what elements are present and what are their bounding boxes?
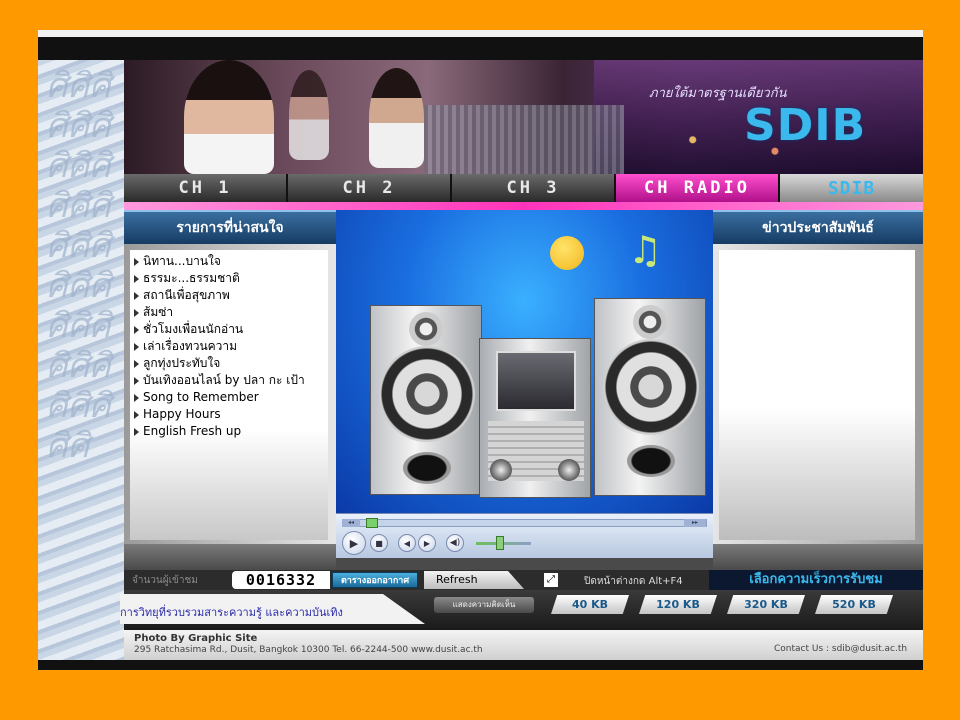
- program-link[interactable]: ส้มซ่า: [130, 304, 328, 321]
- show-comments-button[interactable]: แสดงความคิดเห็น: [434, 597, 534, 613]
- program-link[interactable]: Happy Hours: [130, 406, 328, 423]
- stereo-unit-image: [479, 338, 591, 498]
- tagline: การวิทยุที่รวบรวมสาระความรู้ และความบันเ…: [120, 606, 343, 619]
- bass-port: [403, 452, 451, 484]
- programs-heading: รายการที่น่าสนใจ: [124, 210, 336, 244]
- close-window-hint: ปิดหน้าต่างกด Alt+F4: [584, 576, 683, 587]
- nav-ch3[interactable]: CH 3: [452, 174, 616, 202]
- news-box: [719, 250, 915, 540]
- panel-base: [336, 558, 713, 570]
- bass-port: [627, 445, 675, 477]
- program-link[interactable]: สถานีเพื่อสุขภาพ: [130, 287, 328, 304]
- refresh-button[interactable]: Refresh: [424, 571, 524, 589]
- speed-520kb-button[interactable]: 520 KB: [815, 595, 893, 614]
- main-content: รายการที่น่าสนใจ นิทาน...บานใจ ธรรมะ...ธ…: [124, 210, 923, 570]
- panel-base: [124, 544, 336, 570]
- announcer-photo: [184, 60, 274, 174]
- smiley-icon: [550, 236, 584, 270]
- speed-bar: การวิทยุที่รวบรวมสาระความรู้ และความบันเ…: [120, 590, 923, 630]
- stereo-display: [496, 351, 576, 411]
- stereo-knob: [558, 459, 580, 481]
- contact-link[interactable]: Contact Us : sdib@dusit.ac.th: [774, 644, 907, 654]
- radio-player-scene: ♫: [336, 210, 713, 513]
- volume-thumb[interactable]: [496, 536, 504, 550]
- tagline-wedge: [365, 594, 425, 624]
- staff-photo: [369, 68, 424, 168]
- seek-bar[interactable]: [342, 519, 707, 527]
- status-bar: จำนวนผู้เข้าชม 0016332 ตารางออกอากาศ Ref…: [124, 570, 923, 590]
- stereo-knob: [490, 459, 512, 481]
- tweeter: [409, 312, 443, 346]
- play-button[interactable]: ▶: [342, 531, 366, 555]
- address: 295 Ratchasima Rd., Dusit, Bangkok 10300…: [134, 645, 483, 655]
- previous-button[interactable]: ◀: [398, 534, 416, 552]
- program-link[interactable]: ชั่วโมงเพื่อนนักอ่าน: [130, 321, 328, 338]
- tweeter: [633, 305, 667, 339]
- woofer: [379, 346, 475, 442]
- studio-console-photo: [424, 105, 624, 174]
- program-link[interactable]: บันเทิงออนไลน์ by ปลา กะ เป้า: [130, 372, 328, 389]
- side-decoration: ศิศิศิศิศิศิศิศิศิศิศิศิศิศิศิศิศิศิศิศิ…: [38, 60, 124, 660]
- program-link[interactable]: นิทาน...บานใจ: [130, 253, 328, 270]
- stop-button[interactable]: ■: [370, 534, 388, 552]
- volume-icon[interactable]: ◀): [446, 534, 464, 552]
- staff-photo: [289, 70, 329, 160]
- seek-thumb[interactable]: [366, 518, 378, 528]
- next-button[interactable]: ▶: [418, 534, 436, 552]
- photo-credit: Photo By Graphic Site: [134, 633, 258, 644]
- program-link[interactable]: Song to Remember: [130, 389, 328, 406]
- speaker-right-image: [594, 298, 706, 496]
- nav-accent-line: [124, 202, 923, 210]
- sdib-logo: SDIB: [744, 100, 867, 151]
- speed-120kb-button[interactable]: 120 KB: [639, 595, 717, 614]
- programs-panel: นิทาน...บานใจ ธรรมะ...ธรรมชาติ สถานีเพื่…: [124, 244, 336, 544]
- program-link[interactable]: เล่าเรื่องทวนความ: [130, 338, 328, 355]
- rewind-button[interactable]: ◂◂: [342, 519, 360, 527]
- speaker-left-image: [370, 305, 482, 495]
- visitor-counter: 0016332: [232, 571, 330, 589]
- media-player-controls: ◂◂ ▸▸ ▶ ■ ◀ ▶ ◀): [336, 513, 713, 558]
- nav-ch1[interactable]: CH 1: [124, 174, 288, 202]
- nav-sdib[interactable]: SDIB: [780, 174, 923, 202]
- side-pattern: ศิศิศิศิศิศิศิศิศิศิศิศิศิศิศิศิศิศิศิศิ…: [46, 66, 111, 466]
- nav-ch-radio[interactable]: CH RADIO: [616, 174, 780, 202]
- tagline-box: การวิทยุที่รวบรวมสาระความรู้ และความบันเ…: [120, 594, 365, 624]
- channel-nav: CH 1 CH 2 CH 3 CH RADIO SDIB: [124, 174, 923, 202]
- music-note-icon: ♫: [628, 228, 663, 272]
- woofer: [603, 339, 699, 435]
- panel-base: [713, 544, 923, 570]
- schedule-button[interactable]: ตารางออกอากาศ: [332, 572, 418, 588]
- program-list: นิทาน...บานใจ ธรรมะ...ธรรมชาติ สถานีเพื่…: [130, 250, 328, 540]
- page-frame: ศิศิศิศิศิศิศิศิศิศิศิศิศิศิศิศิศิศิศิศิ…: [38, 30, 923, 670]
- program-link[interactable]: ธรรมะ...ธรรมชาติ: [130, 270, 328, 287]
- footer: Photo By Graphic Site 295 Ratchasima Rd.…: [124, 630, 923, 660]
- visitor-label: จำนวนผู้เข้าชม: [132, 575, 198, 586]
- speed-40kb-button[interactable]: 40 KB: [551, 595, 629, 614]
- top-strip: [38, 30, 923, 37]
- fullscreen-icon[interactable]: ⤢: [544, 573, 558, 587]
- select-speed-label: เลือกความเร็วการรับชม: [709, 570, 923, 590]
- program-link[interactable]: English Fresh up: [130, 423, 328, 440]
- header-banner: ภายใต้มาตรฐานเดียวกัน SDIB: [124, 60, 923, 174]
- news-panel: [713, 244, 923, 544]
- bottom-strip: [38, 660, 923, 670]
- speed-320kb-button[interactable]: 320 KB: [727, 595, 805, 614]
- nav-ch2[interactable]: CH 2: [288, 174, 452, 202]
- program-link[interactable]: ลูกทุ่งประทับใจ: [130, 355, 328, 372]
- news-heading: ข่าวประชาสัมพันธ์: [713, 210, 923, 244]
- fast-forward-button[interactable]: ▸▸: [684, 519, 706, 527]
